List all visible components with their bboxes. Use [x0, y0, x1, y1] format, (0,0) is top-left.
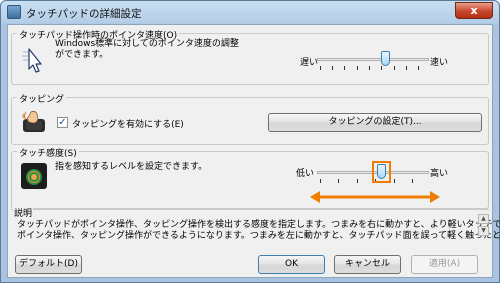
touch-sensitivity-icon — [21, 163, 47, 189]
touch-sensitivity-group: タッチ感度(S) 指を感知するレベルを設定できます。 低い 高い — [11, 146, 489, 209]
close-button[interactable]: x — [455, 2, 493, 19]
title-bar[interactable]: タッチパッドの詳細設定 x — [1, 1, 499, 23]
speed-slider-track — [317, 58, 429, 61]
tapping-enable-checkbox[interactable]: ✓ — [57, 117, 68, 128]
speed-tick — [357, 66, 358, 70]
touch-sensitivity-slider[interactable] — [317, 161, 429, 187]
chevron-down-icon: ▼ — [481, 227, 486, 234]
sensitivity-tick — [320, 179, 321, 183]
app-icon — [7, 5, 21, 19]
window-title: タッチパッドの詳細設定 — [26, 8, 142, 20]
double-arrow-annotation — [310, 191, 440, 203]
sensitivity-tick — [357, 179, 358, 183]
sensitivity-low-label: 低い — [296, 169, 315, 179]
touch-sensitivity-description: 指を感知するレベルを設定できます。 — [55, 162, 208, 172]
sensitivity-slider-thumb[interactable] — [377, 164, 386, 179]
speed-slow-label: 遅い — [300, 58, 319, 68]
touch-sensitivity-legend: タッチ感度(S) — [17, 146, 79, 159]
scroll-down-button[interactable]: ▼ — [478, 226, 489, 236]
scroll-up-button[interactable]: ▲ — [478, 214, 489, 224]
chevron-up-icon: ▲ — [481, 215, 486, 222]
default-button[interactable]: デフォルト(D) — [15, 255, 82, 274]
explanation-area: 説明 タッチパッドがポインタ操作、タッピング操作を検出する感度を指定します。つま… — [11, 206, 500, 243]
speed-tick — [369, 66, 370, 70]
dialog-window: タッチパッドの詳細設定 x タッチパッド操作時のポインタ速度(O) Window… — [0, 0, 500, 283]
apply-button: 適用(A) — [411, 255, 478, 274]
cancel-button[interactable]: キャンセル — [334, 255, 401, 274]
speed-tick — [406, 66, 407, 70]
sensitivity-tick — [394, 179, 395, 183]
pointer-speed-slider[interactable] — [317, 48, 429, 74]
explanation-text-line2: ポインタ操作、タッピング操作ができるようになります。つまみを左に動かすと、タッチ… — [17, 231, 500, 241]
speed-fast-label: 速い — [430, 58, 449, 68]
pointer-speed-group: タッチパッド操作時のポインタ速度(O) Windows標準に対してのポインタ速度… — [11, 28, 489, 85]
speed-tick — [320, 66, 321, 70]
sensitivity-tick — [338, 179, 339, 183]
speed-tick — [381, 66, 382, 70]
speed-tick — [344, 66, 345, 70]
tapping-legend: タッピング — [17, 92, 67, 105]
tap-hand-icon — [22, 110, 45, 132]
pointer-cursor-icon — [22, 48, 42, 73]
tapping-settings-button[interactable]: タッピングの設定(T)... — [268, 113, 482, 132]
close-icon: x — [470, 4, 478, 17]
sensitivity-high-label: 高い — [430, 169, 449, 179]
tapping-enable-label[interactable]: タッピングを有効にする(E) — [72, 117, 184, 130]
ok-button[interactable]: OK — [258, 255, 325, 274]
dialog-content: タッチパッド操作時のポインタ速度(O) Windows標準に対してのポインタ速度… — [7, 24, 500, 278]
speed-tick — [394, 66, 395, 70]
pointer-speed-description: Windows標準に対してのポインタ速度の調整 ができます。 — [55, 39, 239, 60]
speed-slider-thumb[interactable] — [381, 51, 390, 66]
speed-tick — [418, 66, 419, 70]
tapping-group: タッピング ✓ タッピングを有効にする(E) タッピングの設定(T)... — [11, 92, 489, 145]
sensitivity-tick — [412, 179, 413, 183]
speed-tick — [332, 66, 333, 70]
